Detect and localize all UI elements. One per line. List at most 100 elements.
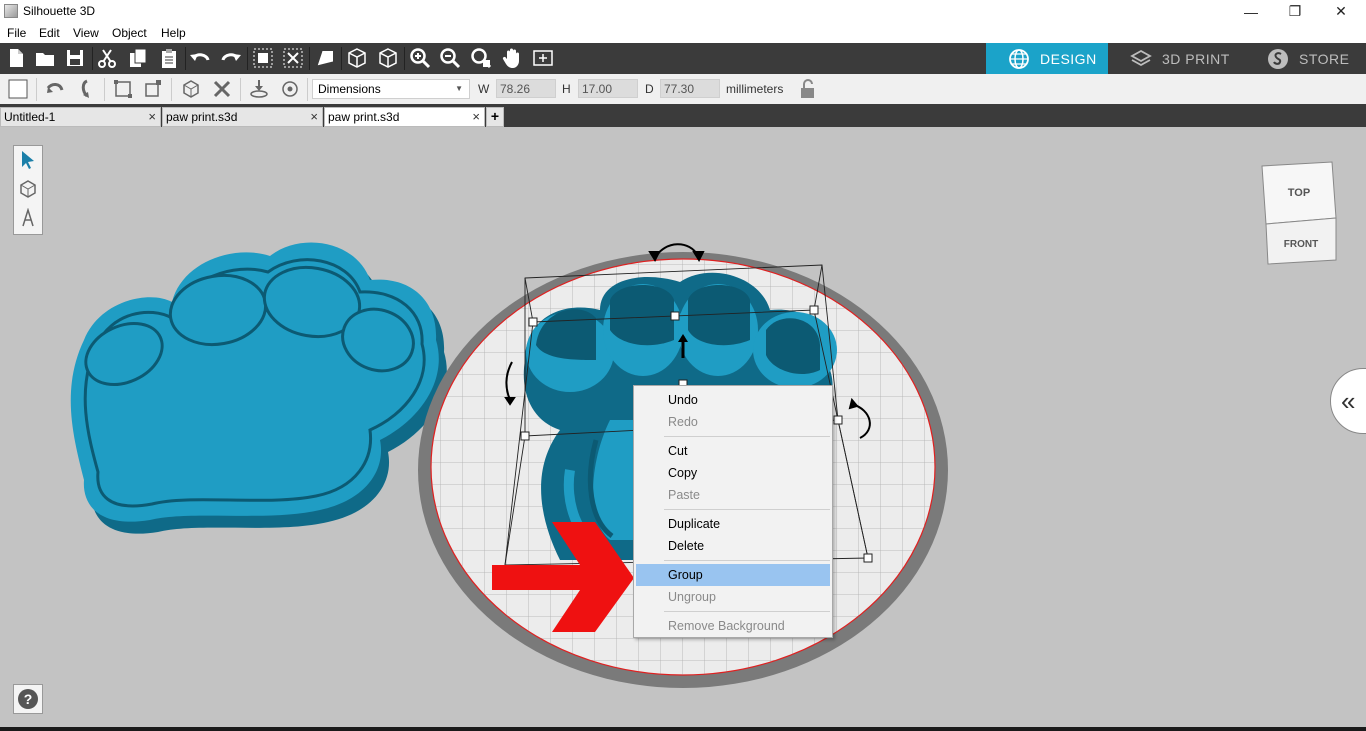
- menu-item-undo[interactable]: Undo: [636, 389, 830, 411]
- group-icon[interactable]: [252, 47, 274, 69]
- store-logo-icon: [1268, 48, 1288, 69]
- zoom-fit-icon[interactable]: [470, 47, 492, 69]
- menu-edit[interactable]: Edit: [39, 26, 60, 40]
- units-label: millimeters: [726, 82, 784, 96]
- zoom-in-icon[interactable]: [409, 47, 431, 69]
- help-button[interactable]: ?: [13, 684, 43, 714]
- menu-file[interactable]: File: [7, 26, 26, 40]
- height-field[interactable]: 17.00: [578, 79, 638, 98]
- menu-separator: [664, 560, 830, 561]
- app-icon: [4, 4, 18, 18]
- view-iso-icon[interactable]: [377, 47, 399, 69]
- new-file-icon[interactable]: [5, 47, 27, 69]
- boolean-icon[interactable]: [181, 79, 201, 99]
- scale-handle[interactable]: [520, 431, 530, 441]
- view-cube[interactable]: TOP FRONT: [1258, 160, 1340, 270]
- menu-item-group[interactable]: Group: [636, 564, 830, 586]
- menu-bar: File Edit View Object Help: [0, 23, 1366, 43]
- menu-item-cut[interactable]: Cut: [636, 440, 830, 462]
- zoom-out-icon[interactable]: [439, 47, 461, 69]
- menu-item-paste[interactable]: Paste: [636, 484, 830, 506]
- menu-item-remove-background[interactable]: Remove Background: [636, 615, 830, 637]
- paw-print-model-left[interactable]: [70, 242, 447, 534]
- save-icon[interactable]: [64, 47, 86, 69]
- document-tab-active[interactable]: paw print.s3d ×: [324, 107, 485, 127]
- ungroup-icon[interactable]: [282, 47, 304, 69]
- dimensions-dropdown-value: Dimensions: [318, 82, 381, 96]
- toolbar-separator: [240, 78, 241, 101]
- undo-icon[interactable]: [189, 47, 211, 69]
- redo-icon[interactable]: [220, 47, 242, 69]
- menu-separator: [664, 509, 830, 510]
- rotate-left-icon[interactable]: [45, 79, 65, 99]
- restore-button[interactable]: ❐: [1272, 0, 1318, 23]
- title-bar: Silhouette 3D — ❐ ✕: [0, 0, 1366, 23]
- menu-help[interactable]: Help: [161, 26, 186, 40]
- menu-item-copy[interactable]: Copy: [636, 462, 830, 484]
- close-tab-icon[interactable]: ×: [310, 109, 318, 124]
- drop-to-floor-icon[interactable]: [249, 79, 269, 99]
- pan-hand-icon[interactable]: [501, 47, 523, 69]
- toolbar-separator: [307, 78, 308, 101]
- delete-icon[interactable]: [212, 79, 232, 99]
- document-tab[interactable]: paw print.s3d ×: [162, 107, 323, 127]
- view-cube-front-label: FRONT: [1284, 239, 1318, 250]
- close-tab-icon[interactable]: ×: [148, 109, 156, 124]
- menu-item-delete[interactable]: Delete: [636, 535, 830, 557]
- tab-store-label: STORE: [1299, 50, 1350, 67]
- close-button[interactable]: ✕: [1318, 0, 1364, 23]
- tab-store[interactable]: STORE: [1245, 43, 1366, 74]
- fill-color-icon[interactable]: [8, 79, 28, 99]
- copy-icon[interactable]: [127, 47, 149, 69]
- flip-icon[interactable]: [77, 79, 97, 99]
- depth-field[interactable]: 77.30: [660, 79, 720, 98]
- chevron-down-icon: ▼: [455, 84, 463, 93]
- fit-page-icon[interactable]: [532, 47, 554, 69]
- globe-icon: [1009, 48, 1029, 69]
- toolbar-separator: [36, 78, 37, 101]
- scale-handle[interactable]: [528, 317, 538, 327]
- width-field[interactable]: 78.26: [496, 79, 556, 98]
- unlock-icon[interactable]: [798, 79, 818, 99]
- close-tab-icon[interactable]: ×: [472, 109, 480, 124]
- menu-object[interactable]: Object: [112, 26, 147, 40]
- window-title: Silhouette 3D: [23, 4, 96, 18]
- toolbar-separator: [404, 47, 405, 70]
- scale-handle[interactable]: [833, 415, 843, 425]
- scale-handle[interactable]: [670, 311, 680, 321]
- toolbar-separator: [92, 47, 93, 70]
- menu-item-ungroup[interactable]: Ungroup: [636, 586, 830, 608]
- toolbar-separator: [341, 47, 342, 70]
- menu-item-duplicate[interactable]: Duplicate: [636, 513, 830, 535]
- dimensions-dropdown[interactable]: Dimensions ▼: [312, 79, 470, 99]
- scale-icon[interactable]: [143, 79, 163, 99]
- toolbar-separator: [309, 47, 310, 70]
- open-folder-icon[interactable]: [34, 47, 56, 69]
- toolbar-separator: [104, 78, 105, 101]
- menu-item-redo[interactable]: Redo: [636, 411, 830, 433]
- cube-icon: [20, 180, 36, 198]
- menu-separator: [664, 436, 830, 437]
- align-icon[interactable]: [113, 79, 133, 99]
- taskbar-edge: [0, 727, 1366, 731]
- text-a-icon: [22, 208, 34, 227]
- context-menu: Undo Redo Cut Copy Paste Duplicate Delet…: [633, 385, 833, 638]
- menu-view[interactable]: View: [73, 26, 99, 40]
- cut-icon[interactable]: [96, 47, 118, 69]
- center-icon[interactable]: [280, 79, 300, 99]
- new-tab-button[interactable]: +: [486, 107, 504, 127]
- shapes-tool[interactable]: [16, 176, 40, 202]
- tab-design[interactable]: DESIGN: [986, 43, 1108, 74]
- scale-handle[interactable]: [863, 553, 873, 563]
- text-tool[interactable]: [16, 205, 40, 231]
- paste-icon[interactable]: [158, 47, 180, 69]
- perspective-icon[interactable]: [314, 47, 336, 69]
- select-tool[interactable]: [16, 147, 40, 173]
- help-icon: ?: [18, 689, 38, 709]
- minimize-button[interactable]: —: [1228, 0, 1274, 23]
- view-cube-top-label: TOP: [1288, 187, 1310, 199]
- scale-handle[interactable]: [809, 305, 819, 315]
- view-cube-icon[interactable]: [346, 47, 368, 69]
- tab-3d-print[interactable]: 3D PRINT: [1108, 43, 1245, 74]
- document-tab[interactable]: Untitled-1 ×: [0, 107, 161, 127]
